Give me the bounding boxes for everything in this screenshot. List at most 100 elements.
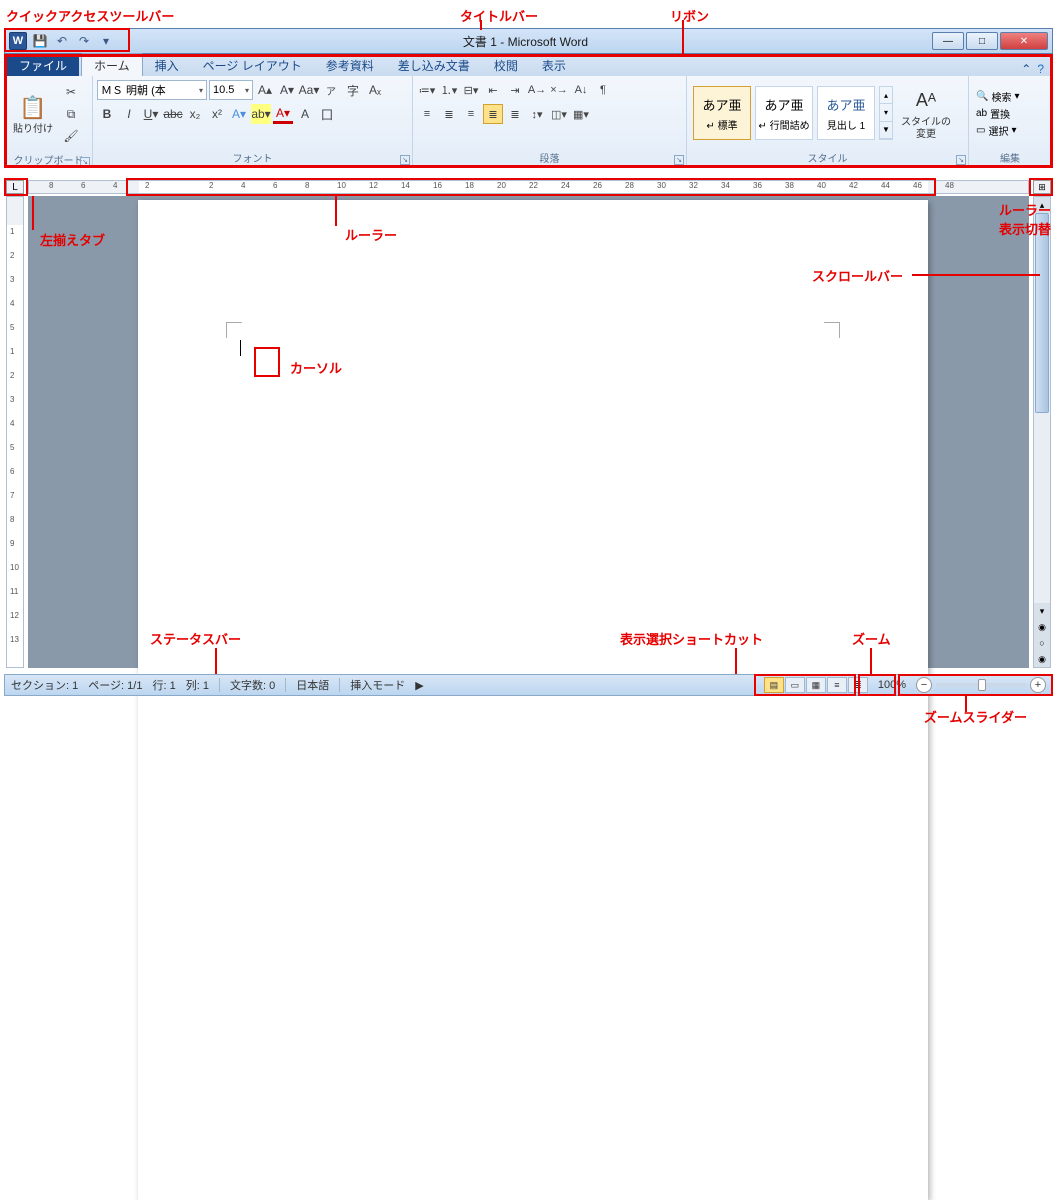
status-col[interactable]: 列: 1: [186, 677, 209, 693]
next-page-icon[interactable]: ◉: [1034, 651, 1050, 667]
align-right-icon[interactable]: ≡: [461, 104, 481, 124]
paragraph-launcher-icon[interactable]: ↘: [674, 155, 684, 165]
char-shading-icon[interactable]: A: [295, 104, 315, 124]
save-icon[interactable]: 💾: [31, 32, 49, 50]
change-case-icon[interactable]: Aa▾: [299, 80, 319, 100]
find-button[interactable]: 🔍検索▾: [976, 89, 1019, 104]
numbering-icon[interactable]: ⒈▾: [439, 80, 459, 100]
sort-icon[interactable]: A↓: [571, 80, 591, 100]
ruler-toggle-button[interactable]: ⊞: [1033, 180, 1051, 194]
tab-mailings[interactable]: 差し込み文書: [386, 54, 482, 76]
scroll-up-icon[interactable]: ▴: [1034, 197, 1050, 213]
scroll-down-icon[interactable]: ▾: [1034, 603, 1050, 619]
line-spacing-icon[interactable]: ↕▾: [527, 104, 547, 124]
replace-button[interactable]: ab置換: [976, 106, 1019, 121]
shrink-font-icon[interactable]: A▾: [277, 80, 297, 100]
style-gallery-expand-icon[interactable]: ▼: [880, 122, 892, 139]
vertical-scrollbar[interactable]: ▴ ▾ ◉ ○ ◉: [1033, 196, 1051, 668]
shading-icon[interactable]: ◫▾: [549, 104, 569, 124]
zoom-track[interactable]: [936, 683, 1026, 687]
view-outline-icon[interactable]: ≡: [827, 677, 847, 693]
grow-font-icon[interactable]: A▴: [255, 80, 275, 100]
qat-customize-icon[interactable]: ▾: [97, 32, 115, 50]
style-normal[interactable]: あア亜 ↵ 標準: [693, 86, 751, 140]
status-mode[interactable]: 挿入モード: [350, 677, 405, 693]
tab-layout[interactable]: ページ レイアウト: [191, 54, 314, 76]
rtl-icon[interactable]: ×→: [549, 80, 569, 100]
style-nospace[interactable]: あア亜 ↵ 行間詰め: [755, 86, 813, 140]
font-launcher-icon[interactable]: ↘: [400, 155, 410, 165]
tab-view[interactable]: 表示: [530, 54, 578, 76]
status-page[interactable]: ページ: 1/1: [88, 677, 142, 693]
tab-insert[interactable]: 挿入: [143, 54, 191, 76]
borders-icon[interactable]: ▦▾: [571, 104, 591, 124]
distribute-icon[interactable]: ≣: [505, 104, 525, 124]
font-name-combo[interactable]: ＭＳ 明朝 (本: [97, 80, 207, 100]
clear-format-icon[interactable]: Aₓ: [365, 80, 385, 100]
font-size-combo[interactable]: 10.5: [209, 80, 253, 100]
styles-launcher-icon[interactable]: ↘: [956, 155, 966, 165]
italic-button[interactable]: I: [119, 104, 139, 124]
tab-home[interactable]: ホーム: [81, 53, 143, 76]
font-color-icon[interactable]: A▾: [273, 104, 293, 124]
tab-file[interactable]: ファイル: [7, 54, 79, 76]
zoom-in-button[interactable]: +: [1030, 677, 1046, 693]
style-scroll-down-icon[interactable]: ▾: [880, 104, 892, 121]
char-border-icon[interactable]: 囗: [317, 104, 337, 124]
tab-review[interactable]: 校閲: [482, 54, 530, 76]
redo-icon[interactable]: ↷: [75, 32, 93, 50]
text-effects-icon[interactable]: A▾: [229, 104, 249, 124]
select-button[interactable]: ▭選択▾: [976, 123, 1019, 138]
view-web-icon[interactable]: ▦: [806, 677, 826, 693]
scroll-track[interactable]: [1034, 213, 1050, 603]
status-macro-icon[interactable]: ▶: [415, 679, 423, 692]
zoom-out-button[interactable]: −: [916, 677, 932, 693]
show-marks-icon[interactable]: ¶: [593, 80, 613, 100]
copy-icon[interactable]: ⧉: [61, 104, 81, 124]
document-page[interactable]: [138, 200, 928, 1200]
tab-references[interactable]: 参考資料: [314, 54, 386, 76]
undo-icon[interactable]: ↶: [53, 32, 71, 50]
subscript-button[interactable]: x₂: [185, 104, 205, 124]
maximize-button[interactable]: □: [966, 32, 998, 50]
format-painter-icon[interactable]: 🖌: [61, 126, 81, 146]
increase-indent-icon[interactable]: ⇥: [505, 80, 525, 100]
paste-button[interactable]: 📋 貼り付け: [9, 90, 57, 138]
align-left-icon[interactable]: ≡: [417, 104, 437, 124]
enclose-char-icon[interactable]: 字: [343, 80, 363, 100]
status-section[interactable]: セクション: 1: [11, 677, 78, 693]
view-print-layout-icon[interactable]: ▤: [764, 677, 784, 693]
phonetic-icon[interactable]: ア: [321, 80, 341, 100]
decrease-indent-icon[interactable]: ⇤: [483, 80, 503, 100]
align-center-icon[interactable]: ≣: [439, 104, 459, 124]
word-app-icon[interactable]: W: [9, 32, 27, 50]
superscript-button[interactable]: x²: [207, 104, 227, 124]
zoom-percent[interactable]: 100%: [878, 679, 906, 691]
highlight-icon[interactable]: ab▾: [251, 104, 271, 124]
vertical-ruler[interactable]: 1234512345678910111213: [6, 196, 24, 668]
underline-button[interactable]: U▾: [141, 104, 161, 124]
browse-object-icon[interactable]: ○: [1034, 635, 1050, 651]
minimize-button[interactable]: —: [932, 32, 964, 50]
prev-page-icon[interactable]: ◉: [1034, 619, 1050, 635]
style-scroll-up-icon[interactable]: ▴: [880, 87, 892, 104]
bullets-icon[interactable]: ≔▾: [417, 80, 437, 100]
minimize-ribbon-icon[interactable]: ⌃: [1021, 62, 1031, 76]
cut-icon[interactable]: ✂: [61, 82, 81, 102]
help-icon[interactable]: ?: [1037, 62, 1044, 76]
view-fullscreen-icon[interactable]: ▭: [785, 677, 805, 693]
tab-selector[interactable]: L: [6, 180, 24, 194]
style-heading1[interactable]: あア亜 見出し 1: [817, 86, 875, 140]
status-lang[interactable]: 日本語: [296, 677, 329, 693]
status-line[interactable]: 行: 1: [152, 677, 175, 693]
scroll-thumb[interactable]: [1035, 213, 1049, 413]
change-styles-button[interactable]: Aᴬ スタイルの 変更: [897, 83, 955, 143]
bold-button[interactable]: B: [97, 104, 117, 124]
ltr-icon[interactable]: A→: [527, 80, 547, 100]
clipboard-launcher-icon[interactable]: ↘: [80, 157, 90, 167]
close-button[interactable]: ✕: [1000, 32, 1048, 50]
horizontal-ruler[interactable]: 8642246810121416182022242628303234363840…: [28, 180, 1029, 194]
view-draft-icon[interactable]: ≣: [848, 677, 868, 693]
status-words[interactable]: 文字数: 0: [230, 677, 275, 693]
zoom-thumb[interactable]: [978, 679, 986, 691]
